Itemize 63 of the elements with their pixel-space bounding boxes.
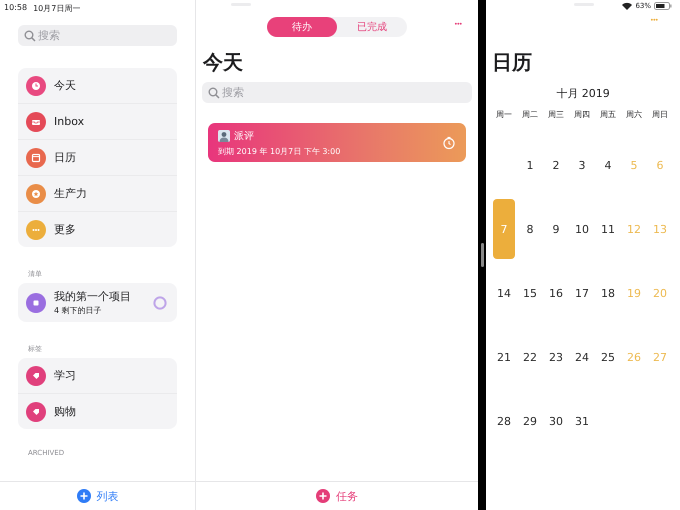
sidebar-item[interactable]: 今天 — [18, 68, 177, 104]
weekday-label: 周日 — [651, 109, 669, 121]
plus-icon — [316, 489, 330, 503]
day-cell[interactable]: 28 — [493, 391, 515, 451]
day-cell[interactable]: 8 — [519, 199, 541, 259]
weekday-label: 周五 — [599, 109, 617, 121]
day-cell[interactable]: 23 — [545, 327, 567, 387]
day-cell[interactable]: 18 — [597, 263, 619, 323]
add-list-button[interactable]: 列表 — [72, 486, 122, 506]
sidebar-item[interactable]: 日历 — [18, 140, 177, 176]
add-task-button[interactable]: 任务 — [312, 486, 362, 506]
sidebar-item[interactable]: 更多 — [18, 212, 177, 247]
project-item[interactable]: 我的第一个项目 4 剩下的日子 — [18, 283, 177, 322]
search-icon — [208, 87, 220, 99]
tag-item[interactable]: 购物 — [18, 394, 177, 429]
battery-icon — [654, 2, 672, 10]
weekday-label: 周六 — [625, 109, 643, 121]
project-subtitle: 4 剩下的日子 — [54, 305, 103, 316]
day-cell[interactable]: 16 — [545, 263, 567, 323]
day-cell[interactable]: 29 — [519, 391, 541, 451]
day-cell[interactable]: 11 — [597, 199, 619, 259]
month-title: 十月 2019 — [555, 86, 611, 101]
task-card[interactable]: 派评 到期 2019 年 10月7日 下午 3:00 — [208, 123, 466, 162]
timer-icon — [442, 136, 456, 150]
wifi-icon — [622, 2, 632, 10]
weekday-label: 周一 — [495, 109, 513, 121]
split-view-handle[interactable] — [480, 243, 484, 267]
day-cell[interactable]: 15 — [519, 263, 541, 323]
day-cell[interactable]: 17 — [571, 263, 593, 323]
task-due-date: 到期 2019 年 10月7日 下午 3:00 — [218, 146, 340, 156]
day-cell[interactable]: 30 — [545, 391, 567, 451]
day-cell[interactable]: 3 — [571, 135, 593, 195]
status-date: 10月7日周一 — [33, 3, 80, 15]
day-cell[interactable]: 4 — [597, 135, 619, 195]
day-cell[interactable]: 24 — [571, 327, 593, 387]
status-time: 10:58 — [4, 3, 28, 14]
tab[interactable]: 待办 — [267, 17, 337, 37]
tab[interactable]: 已完成 — [337, 17, 407, 37]
weekday-label: 周二 — [521, 109, 539, 121]
sidebar-item[interactable]: 生产力 — [18, 176, 177, 212]
tag-item[interactable]: 学习 — [18, 358, 177, 394]
search-field[interactable]: 搜索 — [202, 82, 472, 103]
task-title: 派评 — [234, 130, 254, 142]
day-cell[interactable]: 1 — [519, 135, 541, 195]
plus-icon — [76, 489, 90, 503]
project-title: 我的第一个项目 — [54, 289, 132, 304]
progress-ring-icon — [153, 296, 167, 310]
day-cell[interactable]: 31 — [571, 391, 593, 451]
search-field[interactable]: 搜索 — [18, 25, 177, 46]
page-title: 今天 — [203, 49, 244, 76]
day-cell[interactable]: 2 — [545, 135, 567, 195]
weekday-label: 周三 — [547, 109, 565, 121]
avatar-icon — [218, 130, 230, 142]
day-cell[interactable]: 14 — [493, 263, 515, 323]
page-title: 日历 — [492, 49, 533, 76]
day-cell[interactable]: 22 — [519, 327, 541, 387]
day-cell[interactable]: 21 — [493, 327, 515, 387]
weekday-label: 周四 — [573, 109, 591, 121]
day-cell[interactable]: 25 — [597, 327, 619, 387]
day-cell[interactable]: 10 — [571, 199, 593, 259]
search-icon — [24, 30, 36, 42]
day-cell[interactable]: 9 — [545, 199, 567, 259]
sidebar-item[interactable]: Inbox — [18, 104, 177, 140]
